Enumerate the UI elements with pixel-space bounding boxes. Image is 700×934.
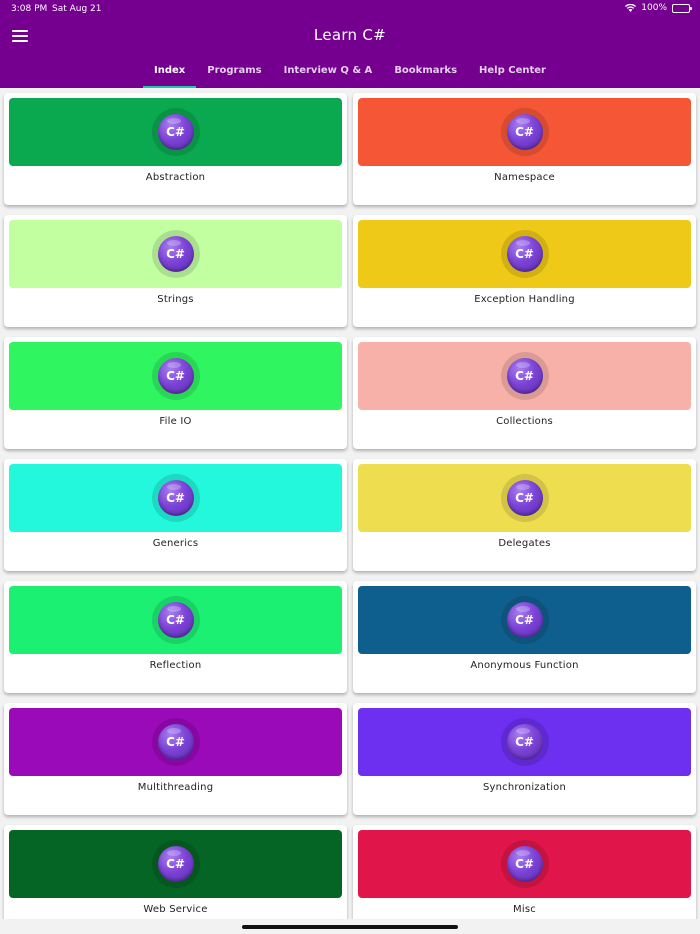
page-title: Learn C#: [313, 26, 387, 44]
tab-interview-qa[interactable]: Interview Q & A: [273, 60, 384, 88]
topic-label: Synchronization: [482, 782, 567, 793]
topic-banner: C#: [358, 98, 691, 166]
topic-label: Generics: [152, 538, 199, 549]
topic-card-generics[interactable]: C# Generics: [4, 459, 347, 571]
icon-halo: C#: [500, 718, 549, 766]
tab-programs[interactable]: Programs: [196, 60, 272, 88]
topic-banner: C#: [9, 98, 342, 166]
topic-card-collections[interactable]: C# Collections: [353, 337, 696, 449]
app-bar: 3:08 PM Sat Aug 21 100% Learn C# Index P…: [0, 0, 700, 88]
topic-banner: C#: [358, 464, 691, 532]
csharp-logo-icon: C#: [157, 236, 194, 272]
topic-card-anonymous-function[interactable]: C# Anonymous Function: [353, 581, 696, 693]
topic-card-multithreading[interactable]: C# Multithreading: [4, 703, 347, 815]
csharp-logo-icon: C#: [506, 480, 543, 516]
topic-card-exception-handling[interactable]: C# Exception Handling: [353, 215, 696, 327]
csharp-logo-icon: C#: [506, 602, 543, 638]
tab-bar: Index Programs Interview Q & A Bookmarks…: [0, 60, 700, 88]
csharp-logo-icon: C#: [506, 846, 543, 882]
csharp-logo-icon: C#: [157, 724, 194, 760]
home-indicator[interactable]: [242, 925, 458, 929]
topic-label: Exception Handling: [474, 294, 575, 305]
topic-banner: C#: [9, 830, 342, 898]
csharp-logo-icon: C#: [157, 846, 194, 882]
topic-banner: C#: [358, 586, 691, 654]
csharp-logo-icon: C#: [506, 114, 543, 150]
topic-banner: C#: [9, 708, 342, 776]
topic-card-abstraction[interactable]: C# Abstraction: [4, 93, 347, 205]
topic-banner: C#: [9, 586, 342, 654]
topic-card-namespace[interactable]: C# Namespace: [353, 93, 696, 205]
status-date: Sat Aug 21: [52, 4, 102, 14]
csharp-logo-icon: C#: [157, 358, 194, 394]
topic-card-strings[interactable]: C# Strings: [4, 215, 347, 327]
status-time: 3:08 PM: [11, 4, 48, 14]
icon-halo: C#: [500, 474, 549, 522]
topic-banner: C#: [358, 220, 691, 288]
icon-halo: C#: [151, 352, 200, 400]
icon-halo: C#: [151, 474, 200, 522]
topic-banner: C#: [358, 708, 691, 776]
csharp-logo-icon: C#: [506, 724, 543, 760]
icon-halo: C#: [500, 230, 549, 278]
topic-label: Multithreading: [137, 782, 214, 793]
topic-label: Namespace: [494, 172, 555, 183]
topic-label: Delegates: [498, 538, 551, 549]
topic-card-web-service[interactable]: C# Web Service: [4, 825, 347, 934]
topic-label: File IO: [159, 416, 192, 427]
tab-bookmarks[interactable]: Bookmarks: [383, 60, 468, 88]
wifi-icon: [625, 4, 637, 12]
topic-label: Anonymous Function: [470, 660, 579, 671]
status-bar: 3:08 PM Sat Aug 21 100%: [0, 0, 700, 18]
topic-grid: C# Abstraction C# Namespace C# Strings C# Excep…: [4, 93, 696, 934]
topic-banner: C#: [9, 464, 342, 532]
topic-card-delegates[interactable]: C# Delegates: [353, 459, 696, 571]
topic-banner: C#: [358, 342, 691, 410]
icon-halo: C#: [151, 718, 200, 766]
battery-percent: 100%: [641, 3, 667, 13]
topic-label: Misc: [513, 904, 536, 915]
icon-halo: C#: [500, 108, 549, 156]
icon-halo: C#: [151, 230, 200, 278]
topic-banner: C#: [358, 830, 691, 898]
topic-label: Abstraction: [145, 172, 206, 183]
topic-label: Strings: [157, 294, 194, 305]
tab-index[interactable]: Index: [143, 60, 197, 88]
csharp-logo-icon: C#: [506, 358, 543, 394]
topic-card-reflection[interactable]: C# Reflection: [4, 581, 347, 693]
status-right: 100%: [625, 3, 692, 13]
topic-banner: C#: [9, 220, 342, 288]
csharp-logo-icon: C#: [157, 602, 194, 638]
icon-halo: C#: [500, 352, 549, 400]
csharp-logo-icon: C#: [506, 236, 543, 272]
topic-card-misc[interactable]: C# Misc: [353, 825, 696, 934]
icon-halo: C#: [500, 596, 549, 644]
icon-halo: C#: [151, 596, 200, 644]
topic-banner: C#: [9, 342, 342, 410]
icon-halo: C#: [151, 108, 200, 156]
csharp-logo-icon: C#: [157, 480, 194, 516]
csharp-logo-icon: C#: [157, 114, 194, 150]
battery-icon: [672, 3, 692, 13]
icon-halo: C#: [500, 840, 549, 888]
topic-label: Collections: [496, 416, 553, 427]
topic-card-synchronization[interactable]: C# Synchronization: [353, 703, 696, 815]
topic-label: Web Service: [143, 904, 208, 915]
icon-halo: C#: [151, 840, 200, 888]
topic-label: Reflection: [149, 660, 202, 671]
topic-card-file-io[interactable]: C# File IO: [4, 337, 347, 449]
tab-help-center[interactable]: Help Center: [468, 60, 557, 88]
